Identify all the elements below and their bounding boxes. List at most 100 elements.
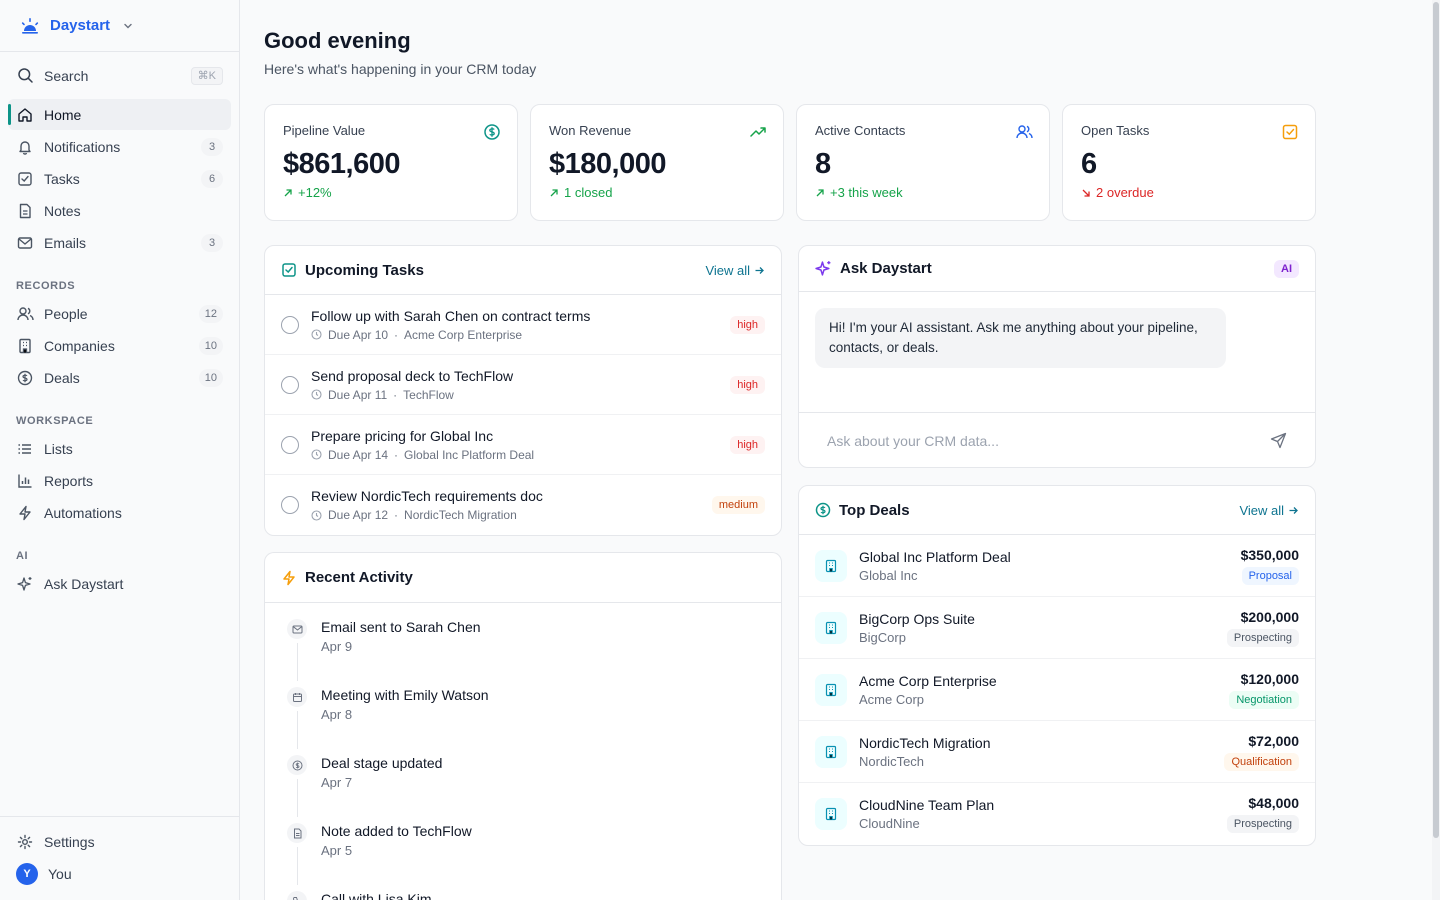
stat-label: Active Contacts — [815, 123, 906, 138]
sidebar-item-label: Automations — [44, 504, 122, 521]
arrow-up-right-icon — [284, 188, 292, 196]
bell-icon — [16, 138, 34, 156]
deal-amount: $120,000 — [1240, 670, 1299, 687]
sidebar-item-notifications[interactable]: Notifications 3 — [8, 131, 231, 162]
task-meta: Due Apr 14 · Global Inc Platform Deal — [311, 448, 730, 462]
sidebar-item-label: Ask Daystart — [44, 575, 124, 592]
view-all-label: View all — [1239, 502, 1284, 518]
records-nav: People 12 Companies 10 Deals 10 — [0, 298, 239, 393]
sidebar-item-emails[interactable]: Emails 3 — [8, 227, 231, 258]
stat-delta: +12% — [283, 185, 499, 200]
task-due: Due Apr 14 — [328, 447, 389, 462]
sidebar-item-settings[interactable]: Settings — [8, 826, 231, 857]
stat-label: Open Tasks — [1081, 123, 1150, 138]
task-checkbox[interactable] — [281, 496, 299, 514]
task-row[interactable]: Follow up with Sarah Chen on contract te… — [265, 295, 781, 355]
deal-company: BigCorp — [859, 629, 906, 645]
sidebar-item-lists[interactable]: Lists — [8, 433, 231, 464]
arrow-up-right-icon — [816, 188, 824, 196]
deal-row[interactable]: Acme Corp Enterprise Acme Corp $120,000 … — [799, 659, 1315, 721]
meta-separator: · — [394, 327, 399, 342]
ai-chat-input[interactable] — [827, 432, 1270, 449]
deal-row[interactable]: CloudNine Team Plan CloudNine $48,000 Pr… — [799, 783, 1315, 845]
sidebar-item-label: People — [44, 305, 88, 322]
ai-nav: Ask Daystart — [0, 568, 239, 599]
main-content: Good evening Here's what's happening in … — [264, 0, 1316, 900]
sidebar-item-label: Reports — [44, 472, 94, 489]
deal-stage-badge: Prospecting — [1226, 815, 1299, 833]
clock-icon — [311, 509, 322, 521]
sidebar-item-deals[interactable]: Deals 10 — [8, 362, 231, 393]
deal-row[interactable]: BigCorp Ops Suite BigCorp $200,000 Prosp… — [799, 597, 1315, 659]
sidebar-item-reports[interactable]: Reports — [8, 465, 231, 496]
activity-item: Email sent to Sarah Chen Apr 9 — [265, 603, 781, 681]
deal-stage-badge: Qualification — [1224, 752, 1299, 771]
task-row[interactable]: Review NordicTech requirements doc Due A… — [265, 475, 781, 535]
user-profile[interactable]: Y You — [8, 858, 231, 889]
stat-delta-text: +3 this week — [830, 185, 903, 200]
deal-stage-badge: Negotiation — [1229, 690, 1299, 709]
send-button[interactable] — [1270, 432, 1287, 449]
sidebar-item-tasks[interactable]: Tasks 6 — [8, 163, 231, 194]
sidebar-search[interactable]: Search ⌘K — [8, 60, 231, 91]
stat-label: Won Revenue — [549, 123, 632, 138]
stat-label: Pipeline Value — [283, 123, 366, 138]
workspace-switcher[interactable]: Daystart — [0, 0, 239, 52]
stat-value: 6 — [1081, 148, 1097, 180]
phone-icon — [287, 891, 307, 900]
sidebar-item-notes[interactable]: Notes — [8, 195, 231, 226]
priority-badge: high — [730, 375, 765, 394]
home-icon — [16, 106, 34, 124]
sidebar-item-automations[interactable]: Automations — [8, 497, 231, 528]
activity-title: Call with Lisa Kim — [321, 891, 432, 900]
deal-company: CloudNine — [859, 816, 920, 831]
task-checkbox[interactable] — [281, 435, 299, 454]
deal-row[interactable]: NordicTech Migration NordicTech $72,000 … — [799, 721, 1315, 783]
search-shortcut: ⌘K — [190, 66, 223, 85]
sidebar-item-ask-daystart[interactable]: Ask Daystart — [8, 568, 231, 599]
stat-delta-text: 1 closed — [564, 185, 613, 200]
stat-card-open-tasks[interactable]: Open Tasks 6 2 overdue — [1062, 104, 1316, 221]
sidebar-item-label: Emails — [44, 234, 87, 251]
stat-card-active-contacts[interactable]: Active Contacts 8 +3 this week — [796, 104, 1050, 221]
deal-name: BigCorp Ops Suite — [859, 610, 975, 627]
top-deals-card: Top Deals View all Global Inc Platform D… — [798, 485, 1316, 846]
list-icon — [16, 440, 34, 458]
calendar-icon — [287, 687, 307, 707]
stat-card-pipeline-value[interactable]: Pipeline Value $861,600 +12% — [264, 104, 518, 221]
clock-icon — [311, 329, 322, 340]
task-row[interactable]: Send proposal deck to TechFlow Due Apr 1… — [265, 355, 781, 415]
scrollbar-thumb[interactable] — [1433, 2, 1439, 838]
sidebar-item-companies[interactable]: Companies 10 — [8, 330, 231, 361]
activity-date: Apr 8 — [321, 707, 353, 722]
view-all-tasks-link[interactable]: View all — [705, 263, 765, 278]
building-icon — [815, 673, 847, 706]
task-row[interactable]: Prepare pricing for Global Inc Due Apr 1… — [265, 415, 781, 475]
activity-item: Note added to TechFlow Apr 5 — [265, 807, 781, 885]
stat-card-won-revenue[interactable]: Won Revenue $180,000 1 closed — [530, 104, 784, 221]
building-icon — [815, 735, 847, 768]
note-icon — [287, 823, 307, 843]
deal-row[interactable]: Global Inc Platform Deal Global Inc $350… — [799, 535, 1315, 597]
task-checkbox[interactable] — [281, 375, 299, 394]
dollar-icon — [16, 369, 34, 387]
task-checkbox[interactable] — [281, 315, 299, 334]
deal-name: NordicTech Migration — [859, 734, 991, 751]
workspace-name: Daystart — [50, 17, 111, 34]
chart-icon — [16, 472, 34, 490]
deal-amount: $350,000 — [1240, 546, 1299, 563]
stat-value: 8 — [815, 148, 831, 180]
sidebar-item-home[interactable]: Home — [8, 99, 231, 130]
page-scrollbar[interactable] — [1432, 0, 1440, 900]
priority-badge: medium — [711, 496, 765, 514]
sidebar-item-label: Tasks — [44, 170, 80, 187]
activity-item: Deal stage updated Apr 7 — [265, 739, 781, 817]
task-due: Due Apr 11 — [328, 387, 388, 402]
bolt-icon — [16, 504, 34, 522]
sidebar-item-label: Settings — [44, 833, 95, 850]
avatar: Y — [16, 862, 38, 885]
sidebar: Daystart Search ⌘K Home Notifications 3 … — [0, 0, 240, 900]
view-all-deals-link[interactable]: View all — [1239, 503, 1299, 518]
sidebar-item-people[interactable]: People 12 — [8, 298, 231, 329]
view-all-label: View all — [705, 262, 750, 278]
